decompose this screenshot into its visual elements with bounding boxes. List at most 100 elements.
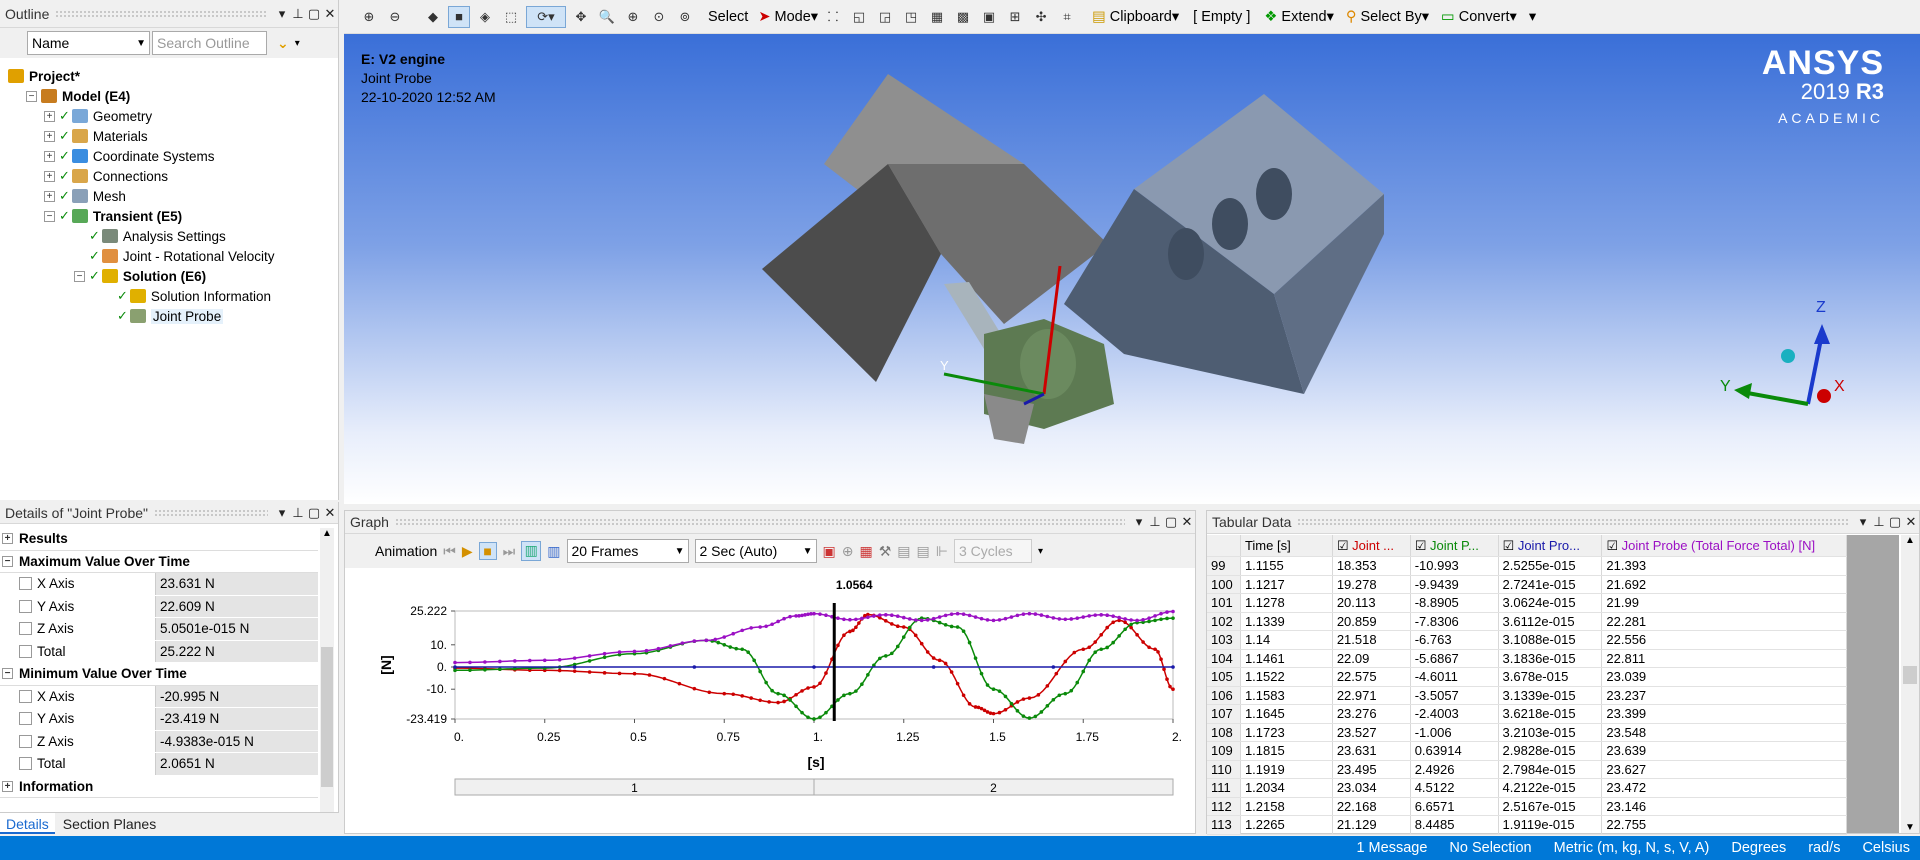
column-checkbox[interactable]: ☑ — [1606, 538, 1621, 553]
select-element-face-icon[interactable]: ▩ — [952, 6, 974, 28]
next-frame-icon[interactable]: ⏭ — [503, 543, 516, 560]
table-row[interactable]: 109 1.1815 23.631 0.63914 2.9828e-015 23.639 — [1207, 742, 1847, 761]
collapse-icon[interactable]: − — [2, 668, 13, 680]
table-icon[interactable]: ▤ — [897, 543, 910, 560]
tabular-scrollbar[interactable]: ▲ ▼ — [1901, 535, 1919, 833]
close-icon[interactable]: ✕ — [1179, 511, 1195, 533]
close-icon[interactable]: ✕ — [322, 502, 338, 524]
zoom-out-icon[interactable]: ⊖ — [384, 6, 406, 28]
expand-icon[interactable]: + — [2, 533, 13, 545]
maximize-icon[interactable]: ▢ — [306, 3, 322, 25]
details-section-header[interactable]: − Minimum Value Over Time — [0, 663, 318, 686]
box-zoom-icon[interactable]: ⬚ — [500, 6, 522, 28]
table-row[interactable]: 111 1.2034 23.034 4.5122 4.2122e-015 23.472 — [1207, 779, 1847, 798]
expand-icon[interactable]: + — [44, 130, 55, 142]
maximize-icon[interactable]: ▢ — [306, 502, 322, 524]
parameter-checkbox[interactable] — [19, 577, 32, 590]
column-header[interactable]: ☑ Joint P... — [1410, 535, 1499, 556]
toolbar-overflow-icon[interactable]: ▾ — [1038, 546, 1043, 557]
play-icon[interactable]: ▶ — [462, 543, 473, 560]
table-row[interactable]: 103 1.14 21.518 -6.763 3.1088e-015 22.556 — [1207, 631, 1847, 650]
scroll-up-icon[interactable]: ▲ — [1901, 535, 1919, 546]
tab-details[interactable]: Details — [0, 813, 55, 834]
table-row[interactable]: 110 1.1919 23.495 2.4926 2.7984e-015 23.627 — [1207, 760, 1847, 779]
pan-icon[interactable]: ✥ — [570, 6, 592, 28]
status-units[interactable]: Metric (m, kg, N, s, V, A) — [1554, 840, 1710, 856]
status-angle-units[interactable]: Degrees — [1731, 840, 1786, 856]
outline-item[interactable]: Project* — [8, 66, 338, 86]
table-row[interactable]: 102 1.1339 20.859 -7.8306 3.6112e-015 22.281 — [1207, 612, 1847, 631]
select-label[interactable]: Select — [708, 9, 748, 25]
pin-icon[interactable]: ⊥ — [290, 502, 306, 524]
table-row[interactable]: 99 1.1155 18.353 -10.993 2.5255e-015 21.393 — [1207, 557, 1847, 576]
select-face-icon[interactable]: ◲ — [874, 6, 896, 28]
contour-icon[interactable]: ▦ — [859, 543, 872, 560]
graphics-viewport[interactable]: E: V2 engine Joint Probe 22-10-2020 12:5… — [344, 34, 1920, 504]
table-row[interactable]: 113 1.2265 21.129 8.4485 1.9119e-015 22.755 — [1207, 816, 1847, 835]
column-header[interactable]: Time [s] — [1240, 535, 1333, 556]
expand-icon[interactable]: + — [44, 110, 55, 122]
tag-icon[interactable]: ⌗ — [1056, 6, 1078, 28]
zoom-graph-icon[interactable]: ⊕ — [842, 543, 854, 560]
details-scrollbar[interactable]: ▲ ▼ — [320, 528, 334, 828]
coordinates-icon[interactable]: ✣ — [1030, 6, 1052, 28]
engine-model[interactable]: Y Z Y X — [344, 34, 1920, 504]
column-header[interactable]: ☑ Joint Pro... — [1498, 535, 1603, 556]
zoom-in-icon[interactable]: ⊕ — [358, 6, 380, 28]
outline-item[interactable]: + ✓ Mesh — [8, 186, 338, 206]
column-checkbox[interactable]: ☑ — [1337, 538, 1352, 553]
filter-chevron-icon[interactable]: ⌄ — [277, 35, 289, 52]
maximize-icon[interactable]: ▢ — [1887, 511, 1903, 533]
scroll-up-icon[interactable]: ▲ — [320, 528, 334, 539]
select-edge-icon[interactable]: ◱ — [848, 6, 870, 28]
outline-item[interactable]: + ✓ Coordinate Systems — [8, 146, 338, 166]
chart-icon[interactable]: ▤ — [917, 543, 930, 560]
filter-select[interactable]: Name ▼ — [27, 31, 150, 55]
wireframe-view-icon[interactable]: ◈ — [474, 6, 496, 28]
expand-icon[interactable]: + — [44, 190, 55, 202]
scroll-down-icon[interactable]: ▼ — [1901, 822, 1919, 833]
probe-icon[interactable]: ⚒ — [879, 543, 892, 560]
expand-icon[interactable]: + — [44, 150, 55, 162]
outline-item[interactable]: + ✓ Connections — [8, 166, 338, 186]
zoom-fit-icon[interactable]: ⊕ — [622, 6, 644, 28]
table-row[interactable]: 106 1.1583 22.971 -3.5057 3.1339e-015 23.237 — [1207, 686, 1847, 705]
outline-item[interactable]: + ✓ Materials — [8, 126, 338, 146]
zoom-icon[interactable]: 🔍 — [596, 6, 618, 28]
select-body-icon[interactable]: ◳ — [900, 6, 922, 28]
outline-item[interactable]: + ✓ Geometry — [8, 106, 338, 126]
select-node-icon[interactable]: ▦ — [926, 6, 948, 28]
parameter-checkbox[interactable] — [19, 644, 32, 658]
outline-item[interactable]: ✓ Joint - Rotational Velocity — [8, 246, 338, 266]
parameter-checkbox[interactable] — [19, 712, 32, 725]
chevron-down-icon[interactable]: ▾ — [274, 3, 290, 25]
table-row[interactable]: 112 1.2158 22.168 6.6571 2.5167e-015 23.146 — [1207, 797, 1847, 816]
select-vertex-icon[interactable]: ⸬ — [822, 6, 844, 28]
stop-icon[interactable]: ■ — [478, 542, 497, 560]
details-section-header[interactable]: + Results — [0, 528, 318, 551]
parameter-checkbox[interactable] — [19, 757, 32, 770]
column-header[interactable]: ☑ Joint ... — [1332, 535, 1411, 556]
parameter-checkbox[interactable] — [19, 734, 32, 748]
expand-icon[interactable]: + — [2, 780, 13, 792]
export-video-icon[interactable]: ▣ — [823, 543, 836, 560]
joint-probe-chart[interactable]: 25.222 10. 0. -10. -23.419 0. 0.25 0.5 0.75 1. 1.2… — [345, 569, 1195, 834]
collapse-icon[interactable]: − — [74, 270, 85, 282]
convert-button[interactable]: ▭ Convert▾ — [1441, 9, 1517, 25]
chevron-down-icon[interactable]: ▾ — [274, 502, 290, 524]
details-section-header[interactable]: + Information — [0, 776, 318, 798]
details-section-header[interactable]: − Maximum Value Over Time — [0, 551, 318, 573]
column-checkbox[interactable]: ☑ — [1503, 538, 1518, 553]
duration-select[interactable]: 2 Sec (Auto) ▼ — [694, 539, 817, 563]
maximize-icon[interactable]: ▢ — [1163, 511, 1179, 533]
frames-select[interactable]: 20 Frames ▼ — [566, 539, 689, 563]
table-row[interactable]: 105 1.1522 22.575 -4.6011 3.678e-015 23.039 — [1207, 668, 1847, 687]
tab-section-planes[interactable]: Section Planes — [55, 813, 164, 834]
table-row[interactable]: 101 1.1278 20.113 -8.8905 3.0624e-015 21.99 — [1207, 594, 1847, 613]
outline-item[interactable]: ✓ Joint Probe — [8, 306, 338, 326]
pin-icon[interactable]: ⊥ — [290, 3, 306, 25]
outline-item[interactable]: − ✓ Solution (E6) — [8, 266, 338, 286]
mode-button[interactable]: ➤ Mode▾ — [758, 9, 818, 25]
distributed-frames-icon[interactable]: ⊩ — [936, 543, 948, 560]
collapse-icon[interactable]: − — [2, 555, 13, 567]
